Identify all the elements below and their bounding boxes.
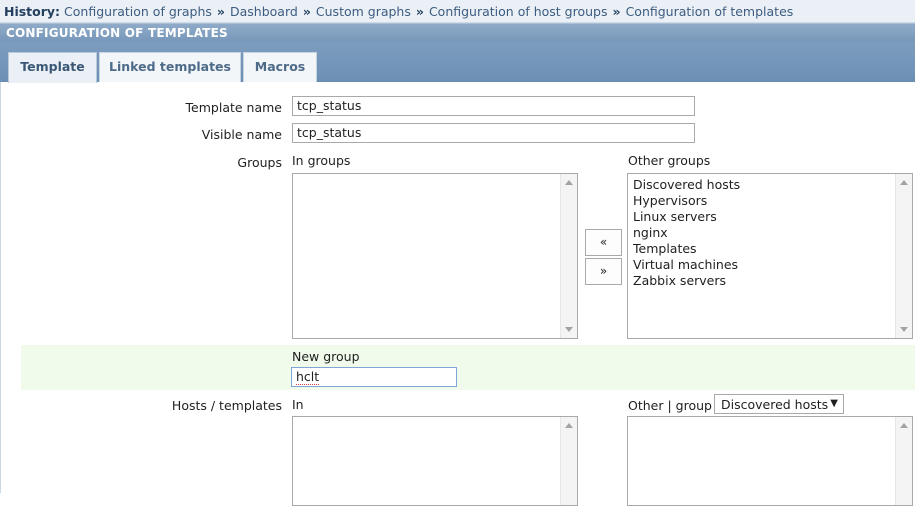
page-title: CONFIGURATION OF TEMPLATES	[6, 26, 228, 40]
breadcrumb-link-custom-graphs[interactable]: Custom graphs	[316, 4, 411, 19]
list-item[interactable]: Discovered hosts	[633, 177, 740, 193]
other-groups-scrollbar[interactable]	[895, 174, 912, 338]
scroll-up-icon[interactable]	[565, 423, 573, 428]
list-item[interactable]: Virtual machines	[633, 257, 738, 273]
in-groups-scrollbar[interactable]	[560, 174, 577, 338]
tab-linked-templates[interactable]: Linked templates	[99, 52, 241, 82]
groups-label: Groups	[237, 155, 282, 170]
hosts-other-label: Other | group	[628, 398, 712, 413]
new-group-input[interactable]: hclt	[291, 367, 457, 387]
breadcrumb: History: Configuration of graphs » Dashboa…	[4, 4, 793, 19]
new-group-label: New group	[292, 349, 360, 364]
new-group-value: hclt	[296, 369, 320, 385]
section-header: CONFIGURATION OF TEMPLATES	[0, 23, 915, 42]
visible-name-label: Visible name	[201, 127, 282, 142]
add-to-groups-button[interactable]: «	[585, 229, 622, 256]
hosts-in-scrollbar[interactable]	[560, 417, 577, 505]
list-item[interactable]: Templates	[633, 241, 697, 257]
remove-from-groups-button[interactable]: »	[585, 258, 622, 285]
hosts-other-scrollbar[interactable]	[895, 417, 912, 505]
breadcrumb-separator: »	[415, 4, 424, 19]
breadcrumb-link-templates[interactable]: Configuration of templates	[626, 4, 794, 19]
list-item[interactable]: Linux servers	[633, 209, 717, 225]
scroll-up-icon[interactable]	[565, 180, 573, 185]
breadcrumb-separator: »	[302, 4, 311, 19]
other-groups-listbox[interactable]: Discovered hosts Hypervisors Linux serve…	[627, 173, 913, 339]
breadcrumb-link-host-groups[interactable]: Configuration of host groups	[429, 4, 608, 19]
scroll-down-icon[interactable]	[565, 327, 573, 332]
tab-macros[interactable]: Macros	[243, 52, 317, 82]
tab-template[interactable]: Template	[8, 52, 97, 83]
list-item[interactable]: Zabbix servers	[633, 273, 726, 289]
breadcrumb-link-graphs[interactable]: Configuration of graphs	[64, 4, 212, 19]
tab-strip: Template Linked templates Macros	[0, 42, 915, 83]
group-select[interactable]: Discovered hosts ▼	[714, 394, 844, 414]
breadcrumb-link-dashboard[interactable]: Dashboard	[230, 4, 298, 19]
in-groups-listbox[interactable]	[292, 173, 578, 339]
template-name-value: tcp_status	[297, 98, 362, 113]
scroll-up-icon[interactable]	[900, 423, 908, 428]
list-item[interactable]: nginx	[633, 225, 668, 241]
template-name-input[interactable]: tcp_status	[292, 96, 695, 116]
group-select-value: Discovered hosts	[721, 397, 829, 412]
hosts-templates-label: Hosts / templates	[171, 398, 282, 413]
scroll-down-icon[interactable]	[900, 327, 908, 332]
in-groups-label: In groups	[292, 153, 351, 168]
breadcrumb-separator: »	[216, 4, 225, 19]
template-name-label: Template name	[185, 100, 282, 115]
breadcrumb-separator: »	[612, 4, 621, 19]
scroll-up-icon[interactable]	[900, 180, 908, 185]
new-group-row	[21, 345, 915, 390]
chevron-down-icon: ▼	[830, 398, 838, 409]
other-groups-label: Other groups	[628, 153, 711, 168]
visible-name-value: tcp_status	[297, 125, 362, 140]
list-item[interactable]: Hypervisors	[633, 193, 707, 209]
hosts-in-label: In	[292, 397, 304, 412]
history-label: History:	[4, 4, 61, 19]
visible-name-input[interactable]: tcp_status	[292, 123, 695, 143]
history-bar: History: Configuration of graphs » Dashboa…	[0, 0, 915, 23]
